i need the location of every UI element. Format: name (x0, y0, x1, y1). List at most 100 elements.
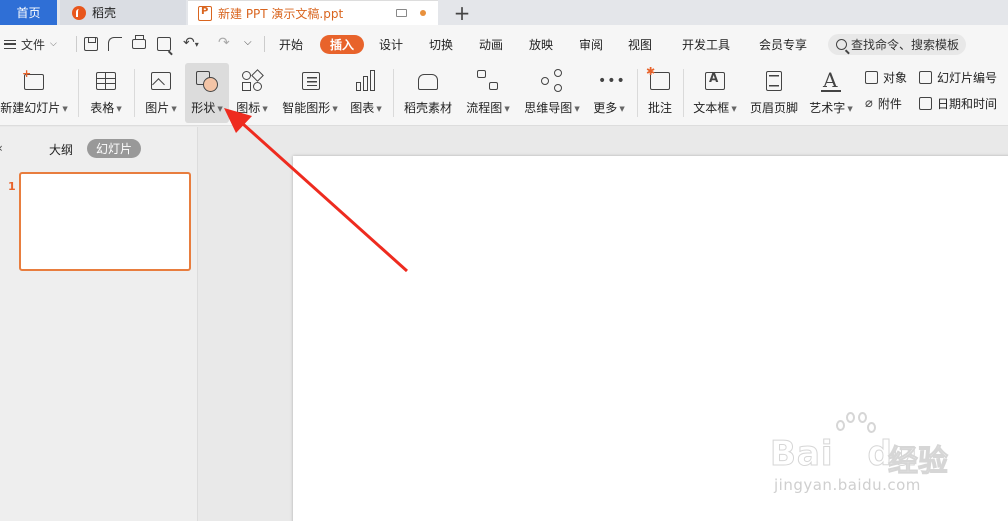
mindmap-icon (540, 69, 564, 93)
divider (264, 36, 265, 52)
comment-button[interactable]: ✱ 批注 (643, 63, 677, 123)
tab-insert[interactable]: 插入 (320, 35, 365, 54)
textbox-button[interactable]: A 文本框 ▼ (690, 63, 740, 123)
tab-daoke[interactable]: 稻壳 (60, 0, 186, 25)
icons-button[interactable]: 图标 ▼ (232, 63, 272, 123)
tab-member[interactable]: 会员专享 (759, 25, 807, 63)
tab-animation[interactable]: 动画 (479, 25, 503, 63)
comment-label: 批注 (647, 101, 672, 115)
more-icon: ••• (598, 73, 626, 89)
attachment-label: 附件 (877, 96, 902, 111)
flowchart-label: 流程图 ▼ (466, 101, 510, 115)
header-footer-label: 页眉页脚 (749, 101, 798, 115)
table-label: 表格 ▼ (90, 101, 122, 115)
divider (76, 36, 77, 52)
tab-home[interactable]: 首页 (0, 0, 57, 25)
collapse-panel-icon[interactable]: ‹ (0, 141, 3, 155)
file-menu-button[interactable]: 文件 ⌵ (0, 25, 57, 63)
baidu-jingyan-watermark: Bai du 经验 jingyan.baidu.com (770, 410, 970, 500)
tab-outline[interactable]: 大纲 (49, 141, 73, 158)
ribbon-toolbar: + 新建幻灯片 ▼ 表格 ▼ 图片 ▼ 形状 ▼ 图标 ▼ 智能图形 ▼ 图表 ▼ (0, 63, 1008, 126)
tab-home-label: 首页 (16, 6, 41, 20)
shape-button[interactable]: 形状 ▼ (185, 63, 229, 123)
material-icon (416, 69, 440, 93)
chart-label: 图表 ▼ (350, 101, 382, 115)
more-button[interactable]: ••• 更多 ▼ (589, 63, 629, 123)
tab-slides[interactable]: 幻灯片 (87, 139, 142, 158)
daoke-logo-icon (72, 5, 86, 20)
textbox-label: 文本框 ▼ (693, 101, 737, 115)
monitor-icon[interactable] (396, 9, 407, 17)
ppt-file-icon (198, 5, 212, 21)
print-icon[interactable] (132, 35, 146, 49)
file-menu-label: 文件 (21, 37, 46, 52)
slide-number-button[interactable]: 幻灯片编号 (919, 67, 997, 87)
tab-review[interactable]: 审阅 (579, 25, 603, 63)
shape-label: 形状 ▼ (191, 101, 223, 115)
calendar-icon (919, 96, 932, 110)
slide-number-icon (919, 70, 932, 84)
textbox-icon: A (703, 69, 727, 93)
picture-icon (149, 69, 173, 93)
wordart-icon: A (819, 68, 843, 93)
new-slide-label: 新建幻灯片 ▼ (0, 101, 68, 115)
slide-thumbnail-number: 1 (8, 180, 16, 193)
search-placeholder: 查找命令、搜索模板 (851, 38, 960, 52)
header-footer-button[interactable]: 页眉页脚 (747, 63, 801, 123)
divider (393, 69, 394, 117)
redo-icon[interactable]: ↷ (218, 35, 230, 51)
print-preview-icon[interactable] (157, 37, 171, 51)
date-time-button[interactable]: 日期和时间 (919, 93, 997, 113)
new-slide-button[interactable]: + 新建幻灯片 ▼ (0, 63, 70, 123)
mindmap-label: 思维导图 ▼ (524, 101, 580, 115)
save-icon[interactable] (84, 37, 98, 51)
new-tab-button[interactable]: + (452, 0, 472, 25)
hamburger-icon (4, 39, 16, 49)
flowchart-icon (476, 69, 500, 93)
format-painter-icon[interactable] (108, 37, 122, 51)
flowchart-button[interactable]: 流程图 ▼ (463, 63, 513, 123)
wordart-button[interactable]: A 艺术字 ▼ (806, 63, 856, 123)
more-label: 更多 ▼ (593, 101, 625, 115)
object-button[interactable]: 对象 (865, 67, 907, 87)
chart-icon (354, 69, 378, 93)
shape-icon (195, 69, 219, 93)
watermark-url: jingyan.baidu.com (774, 476, 921, 494)
tab-document[interactable]: 新建 PPT 演示文稿.ppt (188, 0, 438, 25)
search-icon (836, 39, 847, 50)
table-button[interactable]: 表格 ▼ (86, 63, 126, 123)
attachment-button[interactable]: ⌀ 附件 (865, 93, 902, 113)
paperclip-icon: ⌀ (865, 95, 873, 111)
slide-thumbnail[interactable] (19, 172, 191, 271)
unsaved-dot-icon (420, 10, 426, 16)
tab-developer[interactable]: 开发工具 (682, 25, 730, 63)
icons-label: 图标 ▼ (236, 101, 268, 115)
tab-document-label: 新建 PPT 演示文稿.ppt (218, 6, 344, 21)
new-slide-icon: + (22, 67, 46, 93)
undo-icon[interactable]: ↶▾ (183, 35, 199, 51)
chart-button[interactable]: 图表 ▼ (346, 63, 386, 123)
smart-art-button[interactable]: 智能图形 ▼ (278, 63, 342, 123)
tab-slideshow[interactable]: 放映 (529, 25, 553, 63)
header-footer-icon (762, 69, 786, 93)
slides-panel: ‹ 大纲 幻灯片 1 (0, 127, 198, 521)
chevron-down-icon: ⌵ (50, 39, 57, 49)
quick-access-more-icon[interactable]: ⌵ (244, 37, 252, 48)
daoke-material-label: 稻壳素材 (403, 101, 452, 115)
divider (683, 69, 684, 117)
search-input[interactable]: 查找命令、搜索模板 (828, 34, 966, 55)
tab-transition[interactable]: 切换 (429, 25, 453, 63)
picture-label: 图片 ▼ (145, 101, 177, 115)
daoke-material-button[interactable]: 稻壳素材 (400, 63, 456, 123)
slide-number-label: 幻灯片编号 (937, 70, 998, 85)
divider (78, 69, 79, 117)
picture-button[interactable]: 图片 ▼ (141, 63, 181, 123)
mindmap-button[interactable]: 思维导图 ▼ (521, 63, 583, 123)
watermark-cn: 经验 (888, 444, 949, 480)
tab-view[interactable]: 视图 (628, 25, 652, 63)
divider (134, 69, 135, 117)
divider (637, 69, 638, 117)
tab-start[interactable]: 开始 (279, 25, 303, 63)
smart-art-label: 智能图形 ▼ (282, 101, 338, 115)
tab-design[interactable]: 设计 (379, 25, 403, 63)
